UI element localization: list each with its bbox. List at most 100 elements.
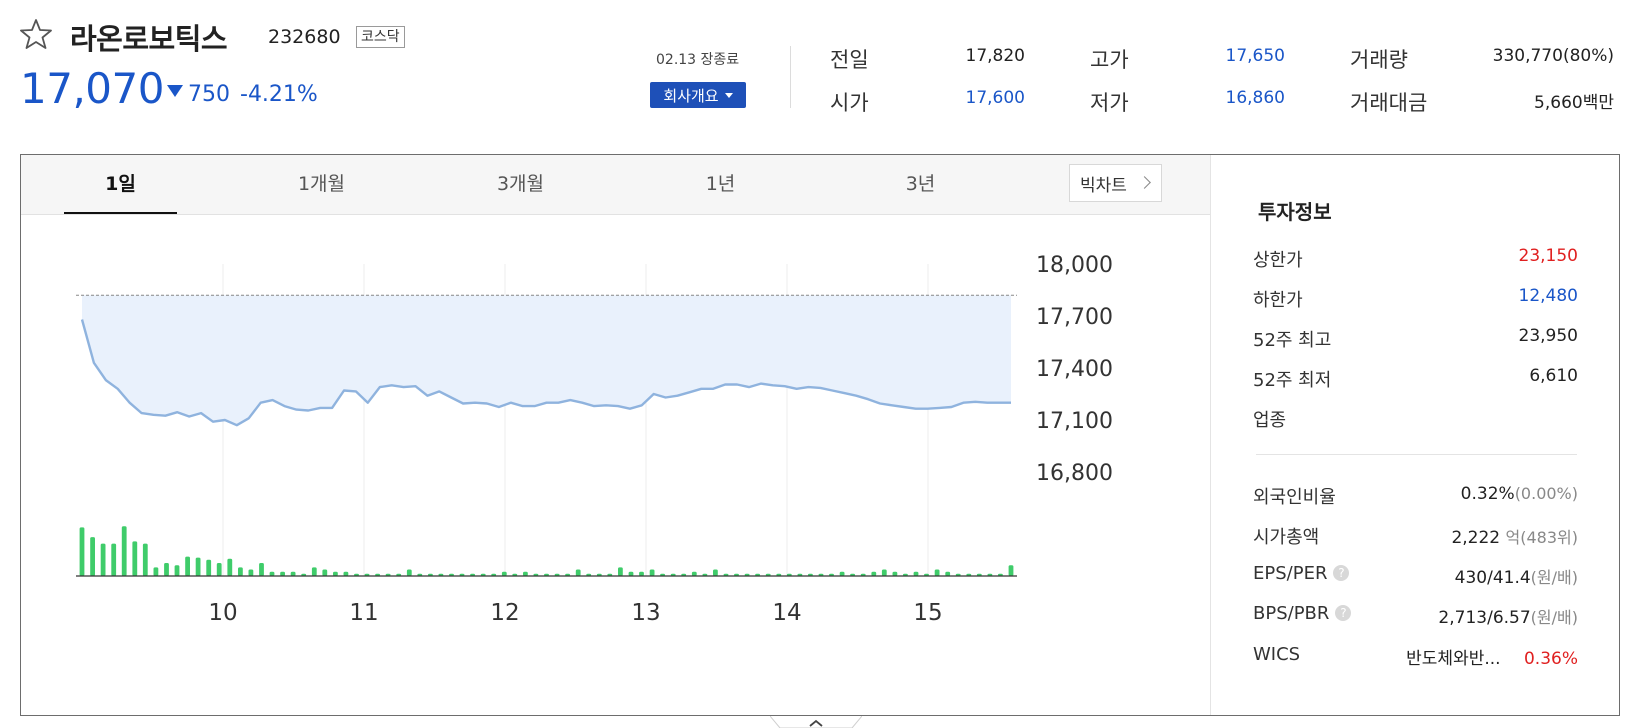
high-value: 17,650	[1225, 46, 1285, 66]
help-icon[interactable]: ?	[1333, 565, 1350, 581]
high-label: 고가	[1090, 48, 1129, 72]
volume-bar	[195, 557, 201, 576]
wics-label: WICS	[1253, 644, 1301, 665]
foreign-ratio-change: (0.00%)	[1514, 484, 1578, 503]
volume-bar	[628, 571, 634, 576]
volume-bar	[269, 571, 275, 576]
volume-bar	[839, 571, 845, 576]
volume-bar	[111, 543, 117, 576]
volume-bar	[132, 541, 138, 576]
prev-close-label: 전일	[830, 48, 869, 72]
favorite-star-icon[interactable]	[20, 18, 52, 50]
w52-low-value: 6,610	[1529, 366, 1578, 386]
sidebar-divider	[1210, 155, 1211, 715]
tab-1day[interactable]: 1일	[64, 155, 177, 214]
volume-bar	[121, 526, 127, 576]
change-percent: -4.21%	[240, 82, 318, 107]
open-value: 17,600	[965, 88, 1025, 108]
volume-bar	[280, 571, 285, 576]
low-value: 16,860	[1225, 88, 1285, 108]
eps-per-label-row: EPS/PER?	[1253, 563, 1350, 584]
wics-change: 0.36%	[1523, 649, 1578, 669]
bps-pbr-label-row: BPS/PBR?	[1253, 603, 1352, 624]
trade-value-value: 5,660백만	[1534, 93, 1614, 113]
volume-bar	[406, 569, 412, 576]
x-tick-label: 11	[349, 600, 378, 626]
low-label: 저가	[1090, 91, 1129, 115]
y-tick-label: 17,400	[1036, 357, 1113, 382]
volume-bar	[322, 569, 328, 576]
volume-bar	[333, 571, 338, 576]
foreign-ratio-number: 0.32%	[1460, 484, 1515, 504]
down-triangle-icon	[167, 85, 183, 97]
volume-bar	[343, 571, 349, 576]
collapse-handle-icon[interactable]	[770, 716, 862, 728]
help-icon[interactable]: ?	[1335, 605, 1352, 621]
eps-per-value: 430/41.4	[1454, 568, 1531, 588]
prev-close-value: 17,820	[965, 46, 1025, 66]
upper-limit-value: 23,150	[1518, 246, 1578, 266]
market-cap-unit: 억	[1505, 528, 1521, 547]
lower-limit-value: 12,480	[1518, 286, 1578, 306]
x-tick-label: 10	[208, 600, 237, 626]
w52-low-label: 52주 최저	[1253, 370, 1332, 391]
volume-bar	[871, 571, 877, 576]
volume-bar	[164, 563, 169, 576]
eps-per-label: EPS/PER	[1253, 563, 1328, 584]
y-tick-label: 17,700	[1036, 305, 1113, 330]
volume-bar	[311, 567, 317, 576]
volume-bar	[501, 571, 507, 576]
company-overview-button[interactable]: 회사개요	[650, 82, 746, 108]
tab-3year[interactable]: 3년	[864, 155, 977, 214]
volume-bar	[174, 565, 180, 576]
volume-bar	[892, 571, 898, 576]
caret-down-icon	[724, 92, 733, 98]
w52-high-label: 52주 최고	[1253, 330, 1332, 351]
x-tick-label: 14	[772, 600, 801, 626]
header-divider	[790, 46, 791, 108]
lower-limit-label: 하한가	[1253, 290, 1303, 311]
stock-code: 232680	[268, 26, 341, 48]
volume-bar	[934, 569, 940, 576]
x-tick-label: 13	[631, 600, 660, 626]
x-tick-label: 12	[490, 600, 519, 626]
volume-bar	[100, 543, 106, 576]
volume-bar	[523, 571, 528, 576]
bps-pbr-value: 2,713/6.57	[1438, 608, 1531, 628]
y-tick-label: 17,100	[1036, 409, 1113, 434]
tab-3month[interactable]: 3개월	[464, 155, 577, 214]
bps-pbr-value-row: 2,713/6.57(원/배)	[1360, 604, 1578, 628]
volume-bar	[259, 563, 264, 576]
intraday-chart[interactable]: 10 11 12 13 14 15 18,000 17,700 17,400 17,100 16,8…	[21, 215, 1209, 715]
tab-1year[interactable]: 1년	[664, 155, 777, 214]
volume-bar	[153, 567, 159, 576]
stock-name: 라온로보틱스	[70, 22, 228, 56]
y-tick-label: 18,000	[1036, 253, 1113, 278]
wics-value-row: 반도체와반... 0.36%	[1360, 644, 1578, 669]
market-cap-number: 2,222	[1451, 528, 1501, 548]
volume-bar	[1008, 565, 1014, 576]
volume-bar	[575, 569, 581, 576]
volume-bar	[142, 543, 148, 576]
volume-bar	[649, 569, 655, 576]
foreign-ratio-label: 외국인비율	[1253, 487, 1336, 508]
volume-bar	[238, 567, 243, 576]
x-tick-label: 15	[913, 600, 942, 626]
open-label: 시가	[830, 91, 869, 115]
y-tick-label: 16,800	[1036, 461, 1113, 486]
market-cap-label: 시가총액	[1253, 527, 1320, 548]
market-badge: 코스닥	[356, 26, 405, 48]
volume-bar	[913, 571, 919, 576]
price-area-fill	[82, 295, 1011, 426]
volume-value: 330,770(80%)	[1492, 46, 1614, 66]
wics-sector-link[interactable]: 반도체와반...	[1406, 649, 1500, 669]
volume-bar	[618, 567, 623, 576]
eps-per-value-row: 430/41.4(원/배)	[1360, 564, 1578, 588]
active-tab-indicator	[64, 212, 177, 214]
volume-bar	[639, 571, 644, 576]
big-chart-button[interactable]: 빅차트	[1069, 164, 1162, 202]
volume-label: 거래량	[1350, 48, 1408, 72]
tab-1month[interactable]: 1개월	[265, 155, 378, 214]
volume-bar	[713, 569, 718, 576]
trade-value-label: 거래대금	[1350, 91, 1428, 115]
